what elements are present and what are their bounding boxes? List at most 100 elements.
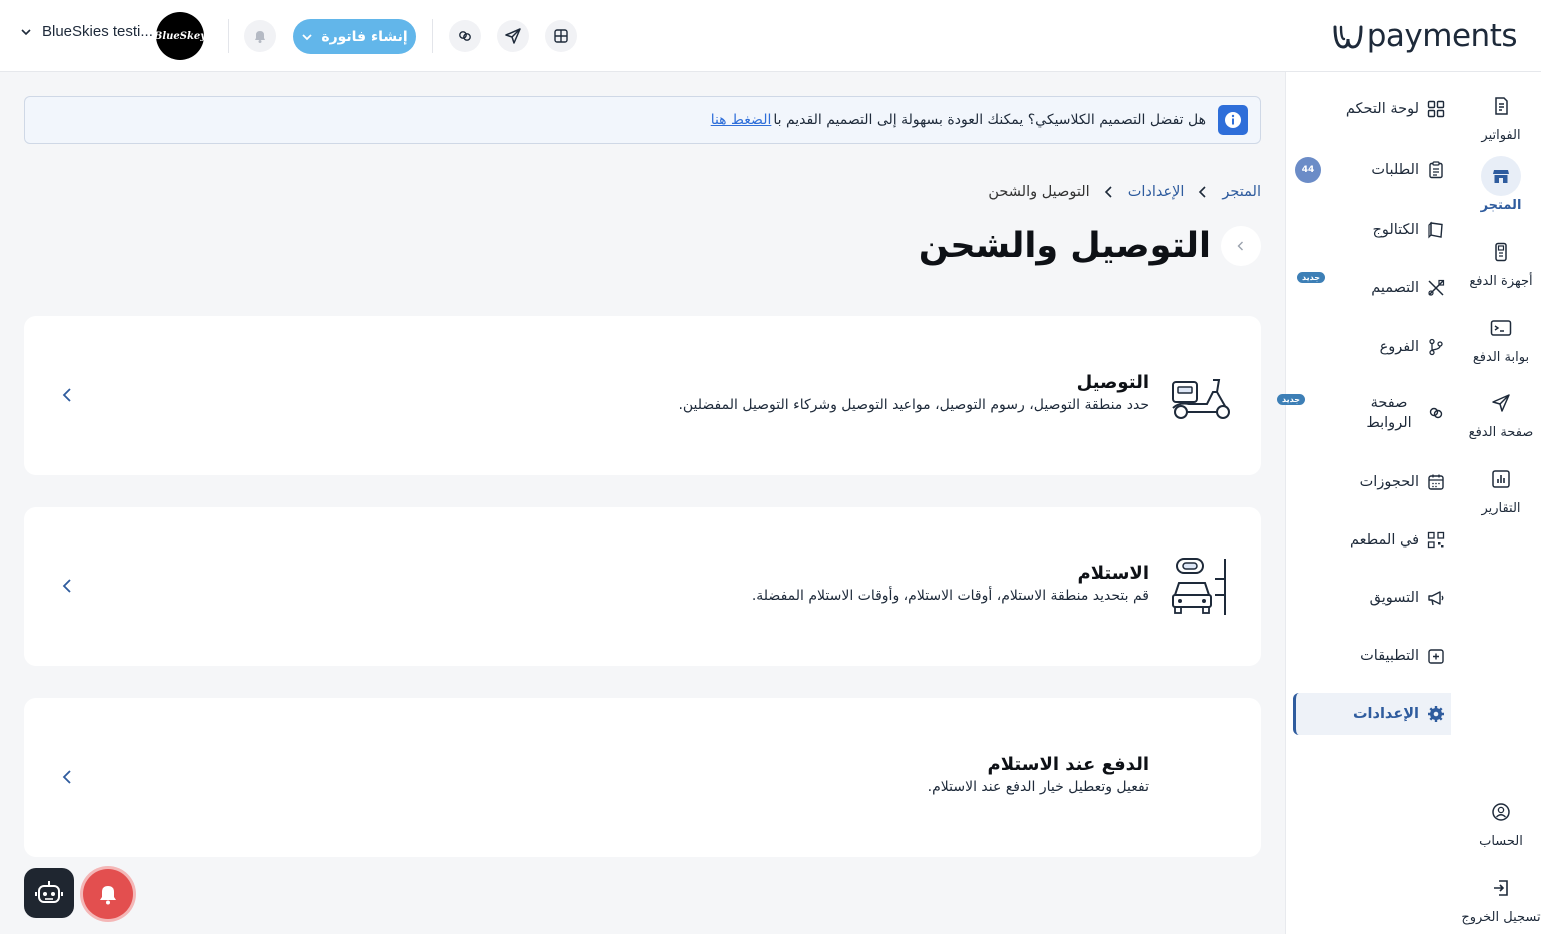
chart-icon — [1492, 470, 1510, 488]
terminal-icon — [1490, 320, 1512, 336]
rail-label: أجهزة الدفع — [1469, 274, 1533, 289]
pickup-car-icon — [1172, 558, 1226, 615]
breadcrumb: المتجر الإعدادات التوصيل والشحن — [988, 184, 1261, 200]
card-description: حدد منطقة التوصيل، رسوم التوصيل، مواعيد … — [678, 397, 1149, 413]
notifications-button[interactable] — [244, 20, 276, 52]
rail-item-store[interactable]: المتجر — [1461, 156, 1541, 213]
sidebar-item-dashboard[interactable]: لوحة التحكم — [1293, 88, 1451, 130]
pos-device-icon — [1495, 242, 1507, 262]
sidebar-item-branches[interactable]: الفروع — [1293, 326, 1451, 368]
card-description: قم بتحديد منطقة الاستلام، أوقات الاستلام… — [751, 588, 1149, 604]
rail-label: صفحة الدفع — [1468, 425, 1534, 440]
orders-count-badge: 44 — [1295, 157, 1321, 183]
grid-icon — [554, 29, 568, 43]
chevron-left-icon[interactable] — [60, 386, 74, 404]
notification-bell-button[interactable] — [83, 869, 133, 919]
send-icon — [505, 28, 521, 44]
chevron-down-icon — [21, 28, 31, 35]
catalog-icon — [1428, 221, 1443, 239]
sidebar-item-label: الكتالوج — [1372, 222, 1419, 238]
invoice-icon — [1495, 97, 1508, 115]
logo[interactable]: payments — [1331, 16, 1518, 56]
sidebar-item-settings[interactable]: الإعدادات — [1293, 693, 1451, 735]
sidebar-item-label: الطلبات — [1371, 162, 1419, 178]
qr-code-icon — [1427, 531, 1445, 549]
chevron-down-icon — [302, 33, 312, 40]
back-button[interactable] — [1221, 226, 1261, 266]
chat-bot-button[interactable] — [24, 868, 74, 918]
payment-link-button[interactable] — [449, 20, 481, 52]
store-sidebar: لوحة التحكم الطلبات 44 الكتالوج التصميم … — [1277, 72, 1461, 934]
new-badge: جديد — [1277, 394, 1306, 405]
account-name: BlueSkies testi... — [42, 23, 153, 40]
breadcrumb-store[interactable]: المتجر — [1222, 184, 1261, 200]
page-title: التوصيل والشحن — [918, 226, 1211, 266]
delivery-card[interactable]: التوصيل حدد منطقة التوصيل، رسوم التوصيل،… — [24, 316, 1261, 475]
sidebar-item-links-page[interactable]: صفحة الروابط جديد — [1277, 388, 1451, 438]
chevron-left-icon — [1199, 186, 1206, 198]
rail-item-payment-page[interactable]: صفحة الدفع — [1461, 383, 1541, 440]
rail-item-payment-devices[interactable]: أجهزة الدفع — [1461, 232, 1541, 289]
gear-icon — [1428, 706, 1444, 722]
avatar[interactable]: BlueSkey — [154, 12, 206, 60]
page-header: التوصيل والشحن — [919, 226, 1261, 266]
new-badge: جديد — [1297, 272, 1326, 283]
rail-item-account[interactable]: الحساب — [1461, 792, 1541, 849]
sidebar-item-label: الحجوزات — [1359, 474, 1419, 490]
branch-icon — [1429, 338, 1443, 356]
pickup-card[interactable]: الاستلام قم بتحديد منطقة الاستلام، أوقات… — [24, 507, 1261, 666]
rail-label: الحساب — [1479, 834, 1523, 849]
card-description: تفعيل وتعطيل خيار الدفع عند الاستلام. — [927, 779, 1149, 795]
top-bar: payments BlueSkies testi... BlueSkey إنش… — [0, 0, 1541, 72]
calendar-icon — [1428, 474, 1444, 490]
rail-item-payment-gateway[interactable]: بوابة الدفع — [1461, 308, 1541, 365]
design-tools-icon — [1428, 279, 1445, 296]
sidebar-item-catalog[interactable]: الكتالوج — [1293, 209, 1451, 251]
banner-text: هل تفضل التصميم الكلاسيكي؟ يمكنك العودة … — [710, 112, 1206, 128]
cash-on-delivery-card[interactable]: الدفع عند الاستلام تفعيل وتعطيل خيار الد… — [24, 698, 1261, 857]
link-icon — [1429, 407, 1443, 419]
dashboard-icon — [1427, 100, 1445, 118]
sidebar-item-label: الإعدادات — [1352, 706, 1419, 722]
sidebar-item-marketing[interactable]: التسويق — [1293, 577, 1451, 619]
rail-item-reports[interactable]: التقارير — [1461, 459, 1541, 516]
rail-label: المتجر — [1480, 198, 1522, 213]
bell-icon — [100, 886, 116, 905]
sidebar-item-label: الفروع — [1379, 339, 1419, 355]
info-icon — [1218, 105, 1248, 135]
user-circle-icon — [1492, 803, 1510, 821]
chevron-left-icon — [1104, 186, 1112, 198]
scooter-icon — [1172, 379, 1230, 419]
create-invoice-button[interactable]: إنشاء فاتورة — [293, 19, 416, 54]
sidebar-item-bookings[interactable]: الحجوزات — [1293, 461, 1451, 503]
link-icon — [459, 31, 471, 41]
megaphone-icon — [1428, 591, 1444, 606]
sidebar-item-in-restaurant[interactable]: في المطعم — [1293, 519, 1451, 561]
bell-icon — [255, 31, 265, 43]
store-icon — [1493, 170, 1509, 183]
chevron-left-icon[interactable] — [60, 768, 74, 786]
sidebar-item-apps[interactable]: التطبيقات — [1293, 635, 1451, 677]
apps-grid-button[interactable] — [545, 20, 577, 52]
create-invoice-label: إنشاء فاتورة — [321, 28, 408, 45]
rail-item-invoices[interactable]: الفواتير — [1461, 86, 1541, 143]
chevron-left-icon — [1237, 241, 1243, 251]
rail-label: الفواتير — [1481, 128, 1521, 143]
sidebar-item-orders[interactable]: الطلبات 44 — [1293, 149, 1451, 191]
breadcrumb-settings[interactable]: الإعدادات — [1128, 184, 1185, 200]
sidebar-item-label: صفحة الروابط — [1366, 395, 1412, 431]
chevron-left-icon[interactable] — [60, 577, 74, 595]
sidebar-item-label: التصميم — [1371, 280, 1419, 296]
rail-label: التقارير — [1481, 501, 1521, 516]
rail-label: بوابة الدفع — [1472, 350, 1530, 365]
rail-item-logout[interactable]: تسجيل الخروج — [1461, 868, 1541, 925]
send-button[interactable] — [497, 20, 529, 52]
primary-rail: الفواتير المتجر أجهزة الدفع بوابة الدفع … — [1461, 72, 1541, 934]
sidebar-item-label: في المطعم — [1350, 532, 1419, 548]
card-title: الدفع عند الاستلام — [987, 754, 1149, 775]
classic-design-banner: هل تفضل التصميم الكلاسيكي؟ يمكنك العودة … — [24, 96, 1261, 144]
account-switcher[interactable]: BlueSkies testi... — [20, 23, 153, 40]
card-title: التوصيل — [1076, 372, 1149, 393]
sidebar-item-design[interactable]: التصميم جديد — [1293, 267, 1451, 309]
classic-design-link[interactable]: الضغط هنا — [711, 112, 772, 128]
